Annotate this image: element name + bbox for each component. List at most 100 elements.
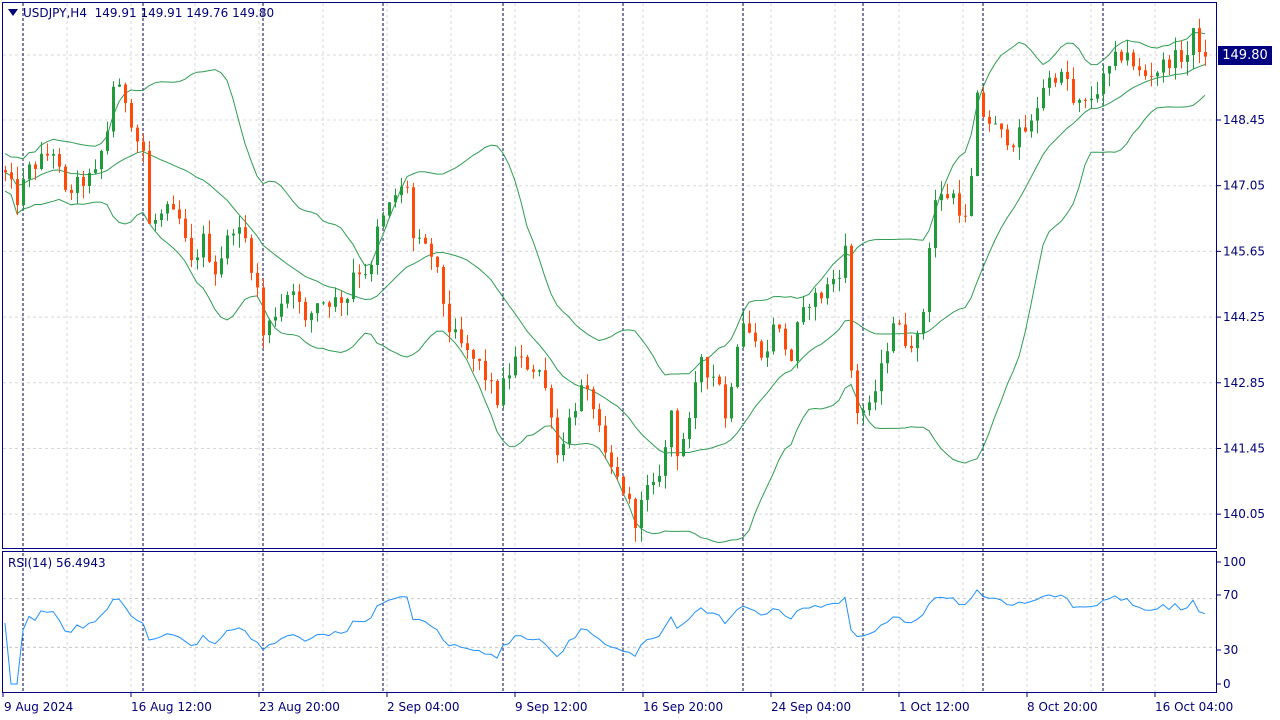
candle-down [1180, 50, 1183, 62]
candle-down [604, 425, 607, 453]
candle-up [370, 264, 373, 275]
candle-down [412, 187, 415, 239]
candle-down [340, 297, 343, 303]
time-label: 16 Aug 12:00 [131, 700, 212, 714]
candle-down [622, 476, 625, 494]
candle-up [292, 291, 295, 295]
candle-down [634, 498, 637, 528]
rsi-axis: 100 70 30 0 [1217, 555, 1246, 691]
candle-down [856, 370, 859, 414]
price-tick-label: 148.45 [1223, 113, 1265, 127]
candle-up [226, 235, 229, 259]
candle-up [892, 323, 895, 352]
candle-down [1204, 52, 1207, 57]
time-axis[interactable]: 9 Aug 2024 16 Aug 12:00 23 Aug 20:00 2 Sep … [2, 693, 1233, 714]
candle-up [688, 418, 691, 440]
price-axis[interactable]: 148.45 147.05 145.65 144.25 142.85 141.45 140.… [1217, 113, 1265, 521]
candle-down [34, 164, 37, 169]
candle-up [808, 306, 811, 308]
candle-down [820, 292, 823, 299]
candle-up [1162, 59, 1165, 73]
candle-up [658, 475, 661, 482]
candle-up [1018, 127, 1021, 148]
candle-up [1102, 73, 1105, 95]
symbol-label: USDJPY,H4 [23, 6, 87, 20]
rsi-tick-label: 100 [1223, 555, 1246, 569]
candle-up [268, 320, 271, 336]
candle-up [52, 154, 55, 156]
candle-down [448, 303, 451, 333]
candle-down [1138, 66, 1141, 71]
candle-down [466, 343, 469, 350]
candle-up [502, 378, 505, 406]
candle-up [238, 227, 241, 234]
candle-up [874, 391, 877, 403]
candle-up [310, 313, 313, 321]
candle-down [16, 179, 19, 206]
price-chart[interactable]: 148.45 147.05 145.65 144.25 142.85 141.45 140.… [0, 0, 1280, 720]
rsi-tick-label: 30 [1223, 643, 1238, 657]
candle-up [646, 484, 649, 500]
candle-down [754, 332, 757, 342]
candle-down [478, 358, 481, 361]
candle-up [928, 248, 931, 313]
candle-down [1198, 28, 1201, 53]
candle-down [616, 467, 619, 477]
candle-down [250, 238, 253, 273]
candle-down [184, 218, 187, 238]
candle-down [430, 243, 433, 257]
candle-up [388, 202, 391, 216]
candle-down [1132, 52, 1135, 67]
high-value: 149.91 [140, 6, 183, 20]
candle-up [886, 351, 889, 364]
candle-down [190, 237, 193, 261]
candle-up [514, 356, 517, 376]
time-label: 8 Oct 20:00 [1027, 700, 1098, 714]
candle-up [952, 193, 955, 199]
candle-down [4, 170, 7, 173]
candle-down [148, 150, 151, 224]
candle-down [484, 360, 487, 381]
candle-down [1000, 123, 1003, 130]
candle-down [262, 287, 265, 336]
candle-up [838, 277, 841, 279]
rsi-line [4, 589, 1206, 685]
candle-down [424, 237, 427, 244]
main-pane-frame [2, 2, 1217, 549]
candle-down [964, 215, 967, 217]
candle-up [970, 176, 973, 216]
candle-down [70, 189, 73, 193]
candle-up [652, 481, 655, 485]
candle-up [826, 284, 829, 299]
candle-down [718, 376, 721, 385]
candle-down [586, 385, 589, 390]
candle-down [520, 356, 523, 358]
price-tick-label: 145.65 [1223, 244, 1265, 258]
candle-down [1084, 99, 1087, 101]
bollinger-lower [4, 94, 1206, 544]
candle-down [214, 261, 217, 275]
candle-up [568, 417, 571, 444]
candle-up [364, 274, 367, 276]
candle-up [22, 179, 25, 206]
candle-down [130, 102, 133, 128]
candle-down [1024, 127, 1027, 132]
candle-down [904, 324, 907, 346]
rsi-value: 56.4943 [55, 556, 106, 570]
candle-down [790, 349, 793, 361]
candle-down [460, 329, 463, 344]
candle-down [778, 324, 781, 329]
candle-up [574, 411, 577, 418]
candle-up [1036, 108, 1039, 121]
rsi-series [4, 589, 1206, 685]
dropdown-triangle-icon[interactable] [8, 9, 18, 16]
candle-up [160, 213, 163, 221]
candle-up [862, 410, 865, 414]
candle-down [358, 272, 361, 275]
time-label: 9 Aug 2024 [4, 700, 73, 714]
candle-up [772, 324, 775, 352]
rsi-header: RSI(14) 56.4943 [8, 556, 106, 570]
candle-up [40, 153, 43, 169]
candle-up [538, 370, 541, 372]
candle-down [898, 323, 901, 325]
